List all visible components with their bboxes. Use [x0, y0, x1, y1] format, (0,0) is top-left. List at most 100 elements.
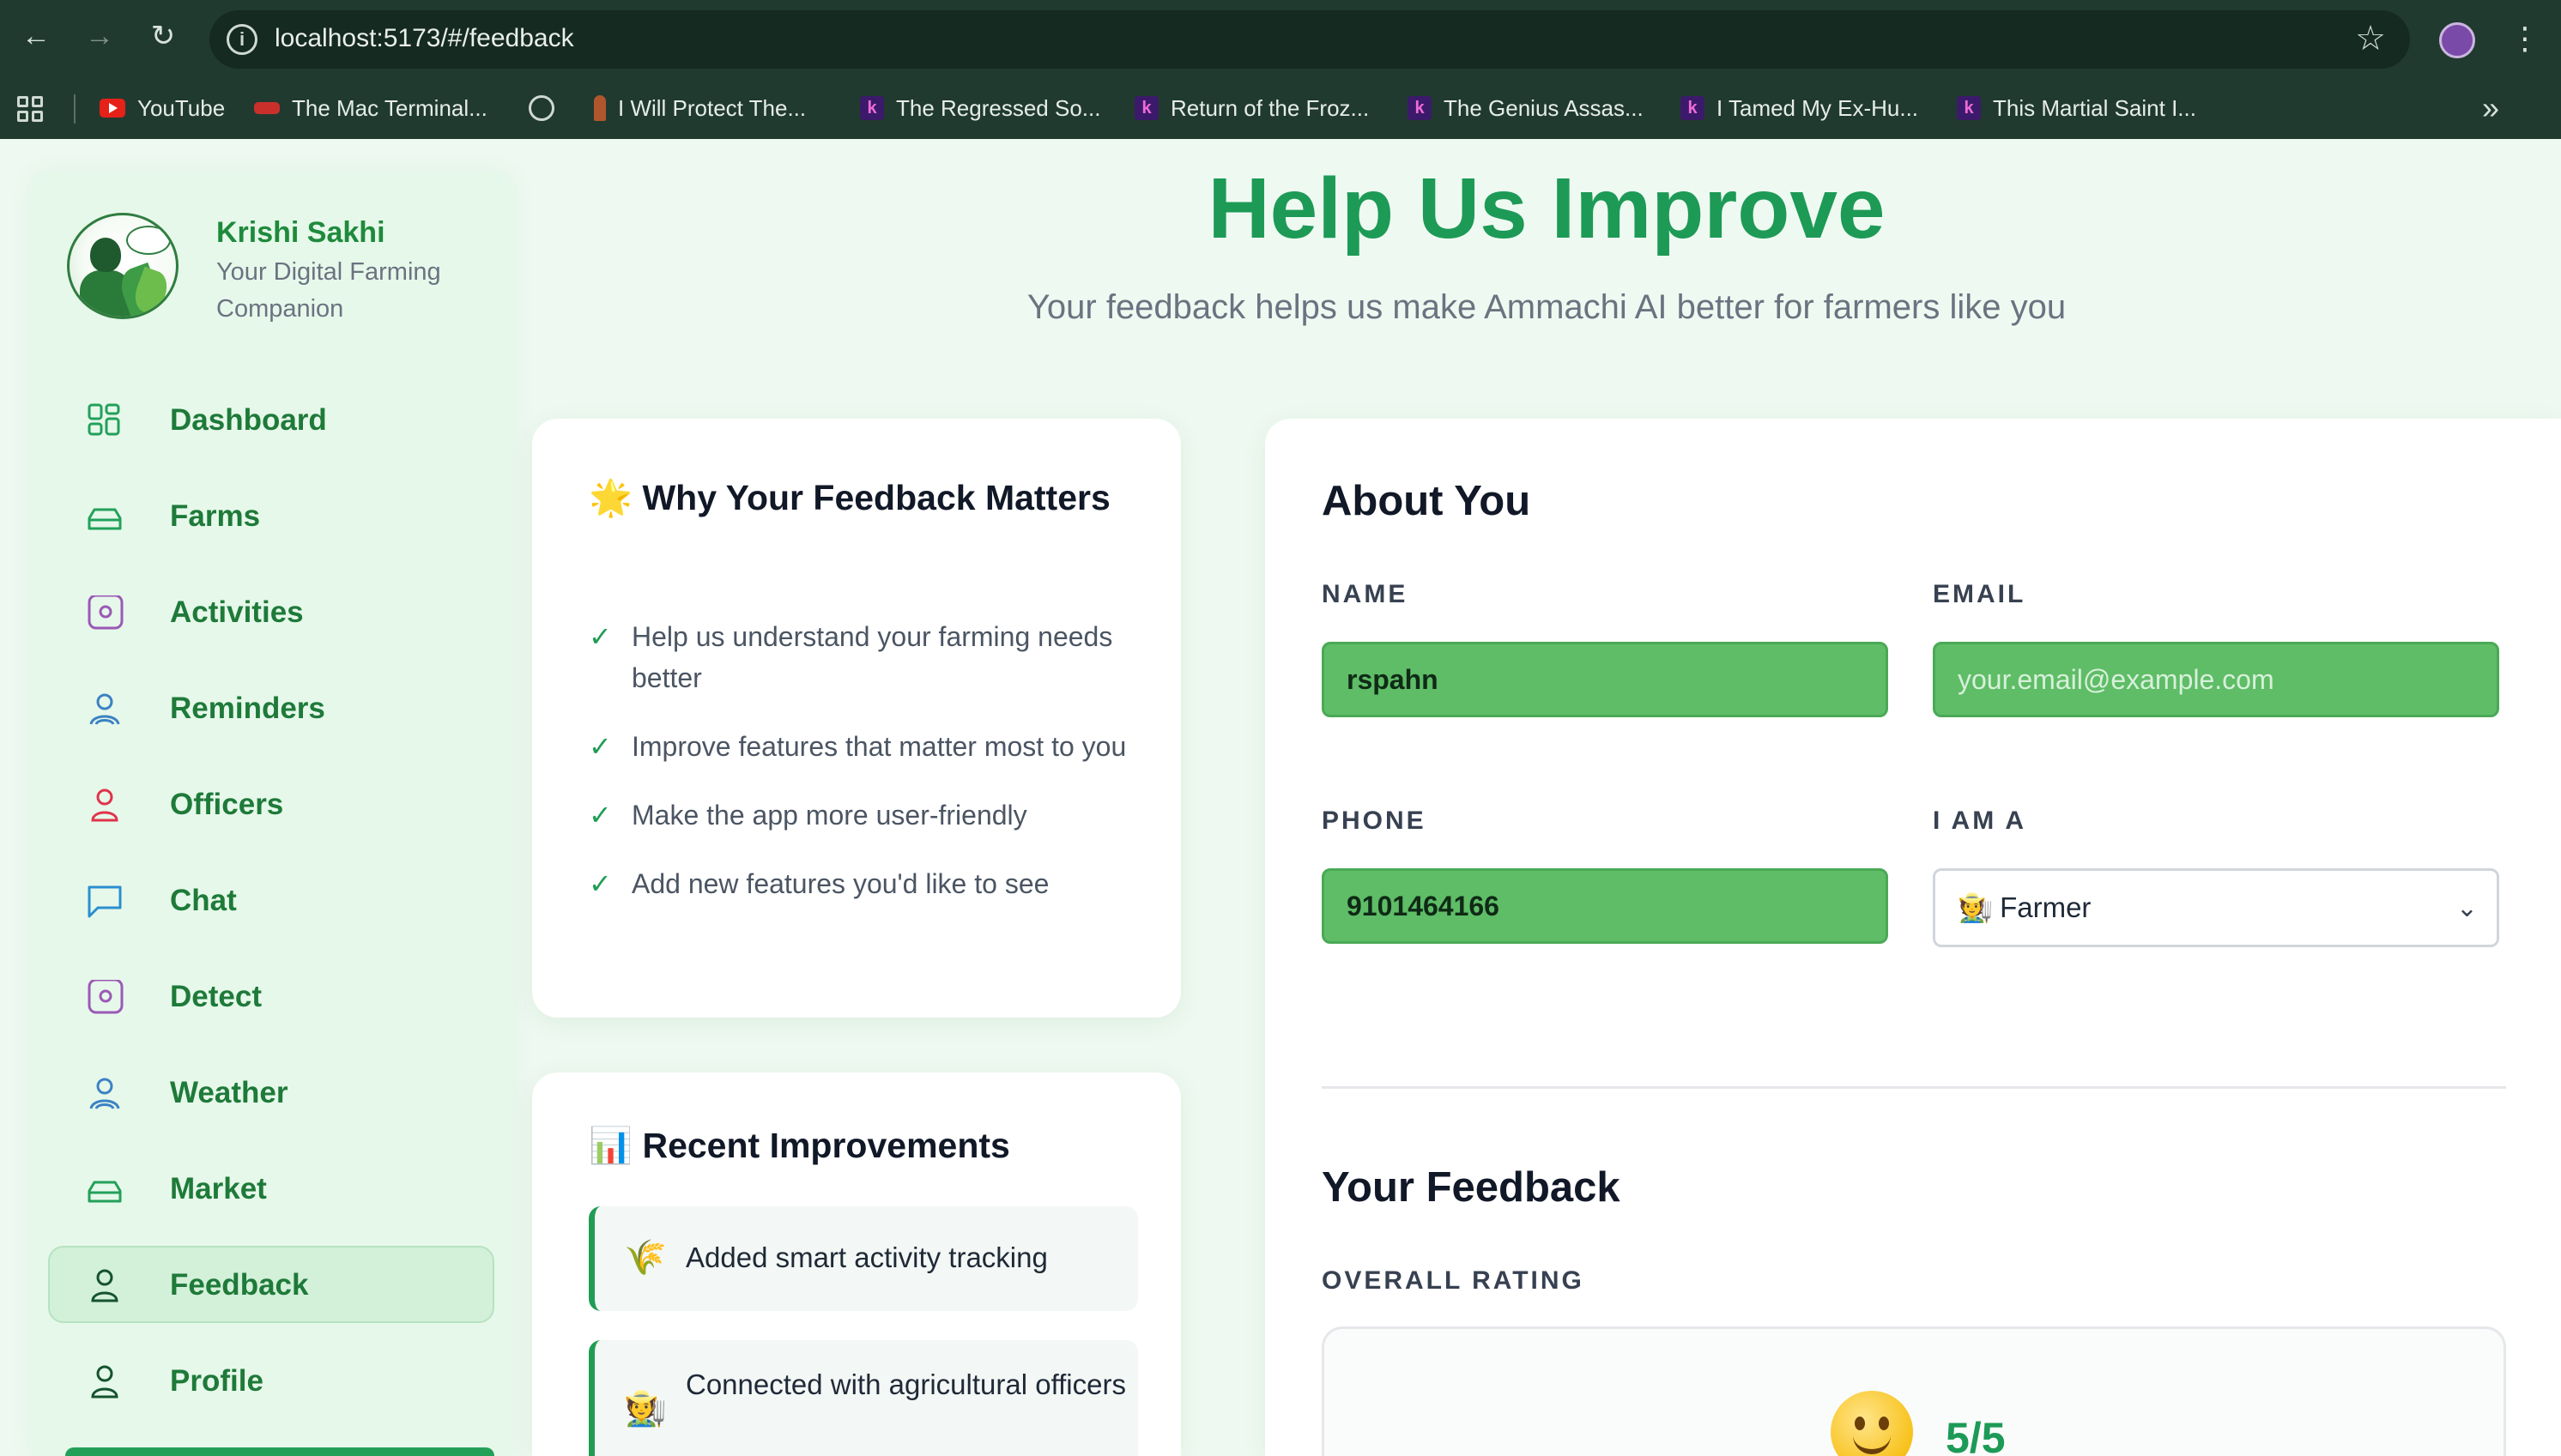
- rating-value: 5/5: [1946, 1414, 2006, 1456]
- your-feedback-title: Your Feedback: [1322, 1164, 1620, 1211]
- bookmark-item[interactable]: k This Martial Saint I...: [1957, 91, 2196, 125]
- k-logo-icon: k: [1957, 96, 1981, 120]
- bookmark-item[interactable]: k I Tamed My Ex-Hu...: [1680, 91, 1918, 125]
- bookmark-item[interactable]: I Will Protect The...: [594, 91, 806, 125]
- forward-arrow-icon[interactable]: →: [82, 19, 117, 53]
- apps-grid-icon[interactable]: [17, 96, 43, 122]
- bookmark-item[interactable]: k Return of the Froz...: [1135, 91, 1369, 125]
- smiley-face-icon: [1831, 1391, 1913, 1456]
- browser-toolbar: ← → ↻ i localhost:5173/#/feedback ☆ ⋮: [0, 0, 2561, 77]
- kebab-menu-icon[interactable]: ⋮: [2510, 17, 2540, 60]
- person-icon: [91, 788, 118, 822]
- list-item: 🌾 Added smart activity tracking: [589, 1206, 1138, 1311]
- sidebar-item-market[interactable]: Market: [48, 1150, 494, 1227]
- recent-improvements-title: 📊 Recent Improvements: [589, 1126, 1010, 1165]
- browser-chrome: ← → ↻ i localhost:5173/#/feedback ☆ ⋮ Yo…: [0, 0, 2561, 139]
- phone-input[interactable]: [1322, 868, 1888, 944]
- sidebar-item-detect[interactable]: Detect: [48, 958, 494, 1035]
- star-emoji-icon: 🌟: [589, 478, 633, 517]
- k-logo-icon: k: [1135, 96, 1159, 120]
- name-input[interactable]: [1322, 642, 1888, 717]
- site-info-icon[interactable]: i: [227, 24, 257, 55]
- wheat-emoji-icon: 🌾: [624, 1239, 667, 1277]
- list-item: ✓ Improve features that matter most to yo…: [589, 726, 1138, 767]
- bookmark-star-icon[interactable]: ☆: [2355, 19, 2386, 58]
- k-logo-icon: k: [1680, 96, 1704, 120]
- sidebar-item-weather[interactable]: Weather: [48, 1054, 494, 1131]
- target-icon: [88, 980, 124, 1014]
- checkmark-icon: ✓: [589, 731, 612, 762]
- tray-icon: [88, 508, 122, 530]
- sidebar-item-activities[interactable]: Activities: [48, 573, 494, 650]
- k-logo-icon: k: [860, 96, 884, 120]
- bookmarks-divider: [74, 94, 76, 124]
- role-selected-value: Farmer: [2000, 891, 2092, 923]
- list-item: ✓ Make the app more user-friendly: [589, 794, 1138, 836]
- role-select[interactable]: 🧑‍🌾 Farmer ⌄: [1933, 868, 2499, 947]
- grid-icon: [88, 403, 120, 436]
- checkmark-icon: ✓: [589, 621, 612, 652]
- person-icon: [91, 1269, 118, 1302]
- email-input[interactable]: [1933, 642, 2499, 717]
- red-badge-icon: [254, 102, 280, 114]
- brand-name: Krishi Sakhi: [216, 216, 385, 249]
- globe-icon: [529, 95, 554, 121]
- target-icon: [88, 595, 124, 630]
- checkmark-icon: ✓: [589, 868, 612, 899]
- sidebar-item-dashboard[interactable]: Dashboard: [48, 381, 494, 458]
- page-subtitle: Your feedback helps us make Ammachi AI b…: [1026, 288, 2067, 326]
- rating-box[interactable]: 5/5: [1322, 1326, 2506, 1456]
- bookmark-item[interactable]: [529, 91, 554, 125]
- sidebar-item-profile[interactable]: Profile: [48, 1342, 494, 1419]
- name-label: NAME: [1322, 580, 1408, 608]
- sidebar: Krishi Sakhi Your Digital Farming Compan…: [31, 172, 513, 1456]
- phone-label: PHONE: [1322, 807, 1426, 835]
- checkmark-icon: ✓: [589, 800, 612, 831]
- youtube-icon: [100, 99, 125, 118]
- page-title: Help Us Improve: [1208, 160, 1886, 257]
- feedback-form-card: About You NAME EMAIL PHONE I AM A 🧑‍🌾 Fa…: [1265, 419, 2561, 1456]
- bookmark-item[interactable]: YouTube: [100, 91, 225, 125]
- back-arrow-icon[interactable]: ←: [19, 19, 53, 53]
- overall-rating-label: OVERALL RATING: [1322, 1266, 1584, 1295]
- benefits-list: ✓ Help us understand your farming needs b…: [589, 616, 1138, 932]
- chevron-double-right-icon[interactable]: »: [2482, 91, 2499, 125]
- brand-logo: [67, 213, 179, 319]
- profile-avatar[interactable]: [2439, 22, 2475, 58]
- address-url[interactable]: localhost:5173/#/feedback: [275, 24, 574, 53]
- list-item: 🧑‍🌾 Connected with agricultural officers: [589, 1340, 1138, 1456]
- farmer-emoji-icon: 🧑‍🌾: [624, 1390, 667, 1428]
- bar-chart-emoji-icon: 📊: [589, 1126, 633, 1165]
- farmer-emoji-icon: 🧑‍🌾: [1958, 891, 1994, 923]
- reload-icon[interactable]: ↻: [146, 19, 180, 53]
- role-label: I AM A: [1933, 807, 2027, 835]
- about-you-title: About You: [1322, 478, 1531, 524]
- sidebar-item-farms[interactable]: Farms: [48, 477, 494, 554]
- sidebar-item-officers[interactable]: Officers: [48, 765, 494, 843]
- figure-icon: [594, 95, 606, 121]
- brand-tagline: Your Digital Farming Companion: [216, 258, 441, 323]
- sidebar-item-feedback[interactable]: Feedback: [48, 1246, 494, 1323]
- bookmark-item[interactable]: k The Regressed So...: [860, 91, 1100, 125]
- chevron-down-icon: ⌄: [2455, 894, 2478, 922]
- recent-improvements-card: 📊 Recent Improvements 🌾 Added smart acti…: [532, 1072, 1181, 1456]
- sidebar-item-reminders[interactable]: Reminders: [48, 669, 494, 746]
- tray-icon: [88, 1181, 122, 1203]
- sidebar-item-chat[interactable]: Chat: [48, 861, 494, 939]
- email-label: EMAIL: [1933, 580, 2026, 608]
- user-icon: [89, 693, 120, 725]
- chat-icon: [88, 885, 122, 918]
- bookmarks-bar: YouTube The Mac Terminal... I Will Prote…: [0, 86, 2561, 130]
- person-icon: [91, 1365, 118, 1399]
- k-logo-icon: k: [1408, 96, 1432, 120]
- section-divider: [1322, 1086, 2506, 1089]
- bookmark-item[interactable]: k The Genius Assas...: [1408, 91, 1644, 125]
- sidebar-bottom-button[interactable]: [65, 1447, 494, 1456]
- address-bar[interactable]: i localhost:5173/#/feedback ☆: [209, 10, 2410, 69]
- why-feedback-title: 🌟 Why Your Feedback Matters: [589, 478, 1111, 517]
- bookmark-item[interactable]: The Mac Terminal...: [254, 91, 487, 125]
- list-item: ✓ Add new features you'd like to see: [589, 863, 1138, 904]
- list-item: ✓ Help us understand your farming needs b…: [589, 616, 1138, 698]
- why-feedback-card: 🌟 Why Your Feedback Matters ✓ Help us und…: [532, 419, 1181, 1018]
- user-icon: [89, 1078, 120, 1109]
